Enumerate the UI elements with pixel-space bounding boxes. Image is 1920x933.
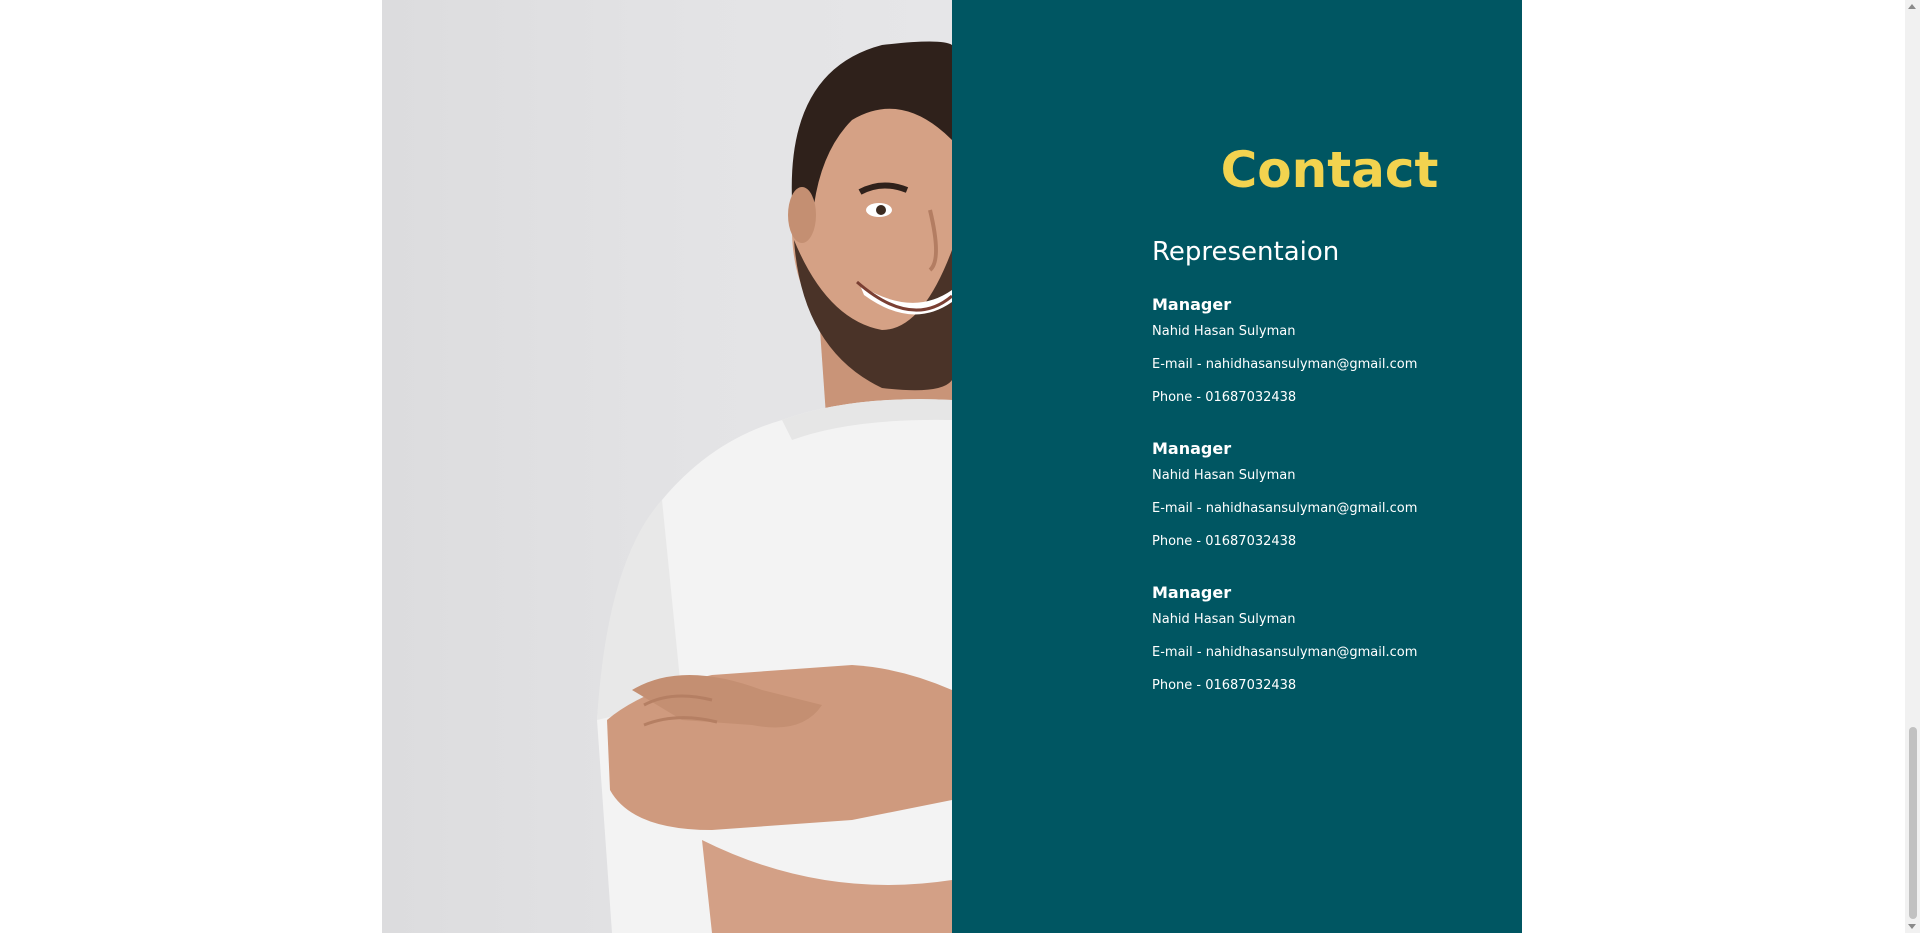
contact-card: Manager Nahid Hasan Sulyman E-mail - nah… [1152, 293, 1512, 407]
contact-panel: Contact Representaion Manager Nahid Hasa… [952, 0, 1522, 933]
representation-heading: Representaion [1152, 237, 1340, 267]
contact-role: Manager [1152, 295, 1232, 314]
contact-email: E-mail - nahidhasansulyman@gmail.com [1152, 501, 1418, 516]
contact-email: E-mail - nahidhasansulyman@gmail.com [1152, 645, 1418, 660]
portrait-photo [382, 0, 952, 933]
contact-card: Manager Nahid Hasan Sulyman E-mail - nah… [1152, 437, 1512, 551]
contact-content: Representaion Manager Nahid Hasan Sulyma… [1152, 233, 1512, 725]
contact-phone: Phone - 01687032438 [1152, 678, 1297, 693]
contact-section: Contact Representaion Manager Nahid Hasa… [382, 0, 1522, 933]
contact-name: Nahid Hasan Sulyman [1152, 468, 1296, 483]
scroll-down-arrow-icon[interactable] [1908, 924, 1916, 929]
vertical-scrollbar[interactable] [1905, 0, 1920, 933]
contact-email: E-mail - nahidhasansulyman@gmail.com [1152, 357, 1418, 372]
scrollbar-thumb[interactable] [1909, 727, 1917, 919]
smiling-man-portrait-image [597, 41, 952, 933]
contact-phone: Phone - 01687032438 [1152, 390, 1297, 405]
contact-card: Manager Nahid Hasan Sulyman E-mail - nah… [1152, 581, 1512, 695]
scroll-up-arrow-icon[interactable] [1908, 4, 1916, 9]
contact-name: Nahid Hasan Sulyman [1152, 324, 1296, 339]
page: Contact Representaion Manager Nahid Hasa… [0, 0, 1920, 933]
contact-heading: Contact [1220, 141, 1439, 199]
contact-role: Manager [1152, 439, 1232, 458]
contact-phone: Phone - 01687032438 [1152, 534, 1297, 549]
contact-role: Manager [1152, 583, 1232, 602]
contact-name: Nahid Hasan Sulyman [1152, 612, 1296, 627]
